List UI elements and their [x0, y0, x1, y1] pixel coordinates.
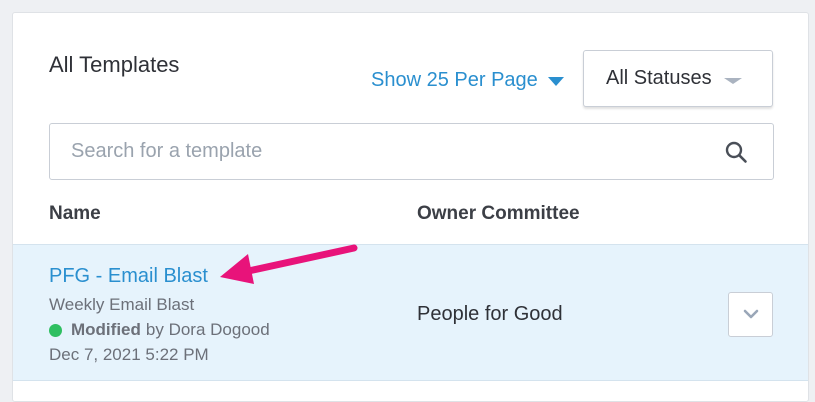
status-filter-select[interactable]: All Statuses [583, 50, 773, 107]
owner-committee: People for Good [417, 303, 563, 325]
template-description: Weekly Email Blast [49, 295, 195, 314]
row-actions-button[interactable] [728, 292, 773, 337]
search-icon[interactable] [724, 140, 748, 164]
column-header-owner[interactable]: Owner Committee [417, 203, 580, 225]
template-status: Modified by Dora Dogood [49, 320, 270, 340]
template-name-link[interactable]: PFG - Email Blast [49, 265, 208, 288]
search-input[interactable] [71, 124, 691, 179]
status-filter-value: All Statuses [606, 67, 712, 89]
status-dot-icon [49, 323, 62, 337]
search-box [49, 123, 774, 180]
per-page-dropdown[interactable]: Show 25 Per Page [371, 69, 564, 92]
status-label: Modified [71, 320, 141, 339]
table-row: PFG - Email Blast Weekly Email Blast Mod… [13, 244, 808, 381]
page-title: All Templates [49, 52, 180, 77]
caret-down-icon [547, 77, 564, 86]
modified-by: by Dora Dogood [145, 320, 270, 339]
per-page-label: Show 25 Per Page [371, 69, 538, 91]
templates-panel: All Templates Show 25 Per Page All Statu… [12, 12, 809, 402]
template-date: Dec 7, 2021 5:22 PM [49, 345, 209, 364]
chevron-down-icon [743, 309, 759, 319]
chevron-down-icon [724, 78, 742, 84]
column-header-name[interactable]: Name [49, 203, 101, 225]
